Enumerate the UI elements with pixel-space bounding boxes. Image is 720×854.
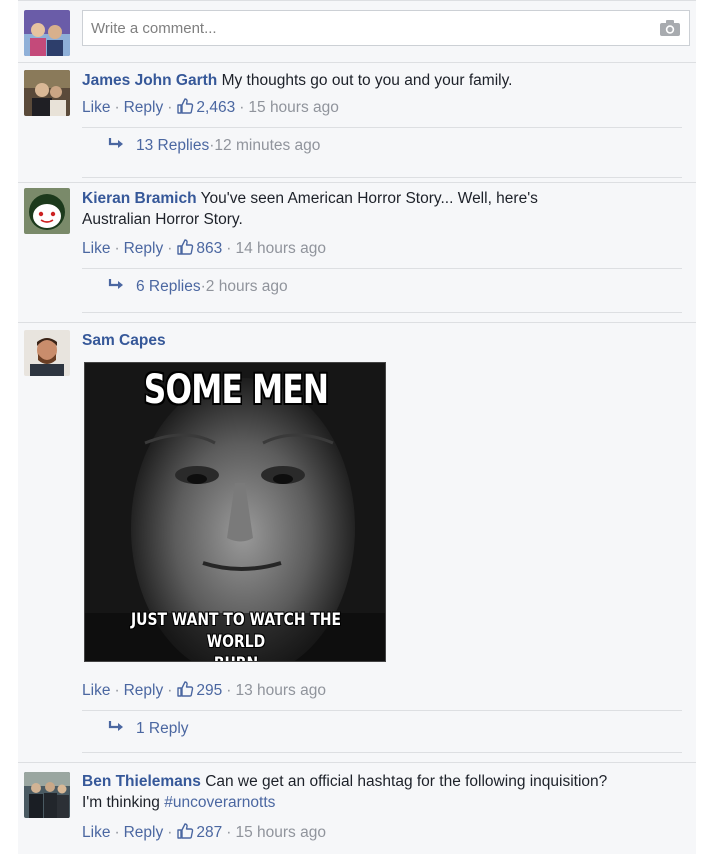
comment-actions: Like · Reply · 863 · 14 hours ago (82, 238, 326, 257)
replies-timestamp: 2 hours ago (205, 278, 288, 295)
avatar-james-john-garth[interactable] (24, 70, 70, 116)
comment-author[interactable]: Sam Capes (82, 332, 166, 349)
comment-timestamp[interactable]: 15 hours ago (248, 99, 339, 116)
comment-composer[interactable] (82, 10, 690, 46)
reply-link[interactable]: Reply (124, 99, 164, 116)
comment-input[interactable] (83, 11, 643, 45)
like-link[interactable]: Like (82, 824, 110, 841)
comment-text: You've seen American Horror Story... Wel… (200, 190, 538, 207)
like-count[interactable]: 2,463 (196, 99, 235, 116)
comment-body: Ben Thielemans Can we get an official ha… (82, 771, 690, 813)
comment-author[interactable]: Kieran Bramich (82, 190, 197, 207)
reply-arrow-icon (108, 138, 123, 148)
current-user-avatar[interactable] (24, 10, 70, 56)
replies-timestamp: 12 minutes ago (214, 137, 321, 154)
like-count[interactable]: 863 (196, 240, 222, 257)
reply-arrow-icon (108, 279, 123, 289)
view-replies[interactable]: 13 Replies·12 minutes ago (108, 137, 320, 155)
comment-author[interactable]: Ben Thielemans (82, 773, 201, 790)
replies-count[interactable]: 13 Replies (136, 137, 209, 154)
comment-body: Sam Capes (82, 330, 690, 351)
avatar-sam-capes[interactable] (24, 330, 70, 376)
like-count[interactable]: 287 (196, 824, 222, 841)
meme-bottom-caption: JUST WANT TO WATCH THE WORLD BURN (130, 610, 342, 661)
comment-timestamp[interactable]: 13 hours ago (235, 682, 326, 699)
like-count[interactable]: 295 (196, 682, 222, 699)
comment-timestamp[interactable]: 15 hours ago (235, 824, 326, 841)
avatar-ben-thielemans[interactable] (24, 772, 70, 818)
like-link[interactable]: Like (82, 240, 110, 257)
replies-count[interactable]: 6 Replies (136, 278, 201, 295)
reply-arrow-icon (108, 721, 123, 731)
thumbs-up-icon[interactable] (176, 680, 194, 698)
comment-author[interactable]: James John Garth (82, 72, 217, 89)
comment-actions: Like · Reply · 287 · 15 hours ago (82, 822, 326, 841)
comment-text-continued: I'm thinking (82, 794, 160, 811)
comment-timestamp[interactable]: 14 hours ago (235, 240, 326, 257)
hashtag-link[interactable]: #uncoverarnotts (164, 794, 275, 811)
reply-link[interactable]: Reply (124, 682, 164, 699)
comment-body: James John Garth My thoughts go out to y… (82, 70, 690, 91)
comment-text: Can we get an official hashtag for the f… (205, 773, 608, 790)
meme-top-caption: SOME MEN (143, 367, 329, 413)
meme-image[interactable]: SOME MEN JUST WANT TO WATCH THE WORLD BU… (84, 362, 386, 662)
comment-section: James John Garth My thoughts go out to y… (18, 0, 696, 854)
comment-text-continued: Australian Horror Story. (82, 211, 243, 228)
thumbs-up-icon[interactable] (176, 238, 194, 256)
reply-link[interactable]: Reply (124, 240, 164, 257)
comment-actions: Like · Reply · 295 · 13 hours ago (82, 680, 326, 699)
comment-actions: Like · Reply · 2,463 · 15 hours ago (82, 97, 339, 116)
thumbs-up-icon[interactable] (176, 97, 194, 115)
like-link[interactable]: Like (82, 682, 110, 699)
reply-link[interactable]: Reply (124, 824, 164, 841)
comment-text: My thoughts go out to you and your famil… (221, 72, 513, 89)
view-replies[interactable]: 1 Reply (108, 720, 189, 738)
comment-body: Kieran Bramich You've seen American Horr… (82, 188, 690, 230)
thumbs-up-icon[interactable] (176, 822, 194, 840)
avatar-kieran-bramich[interactable] (24, 188, 70, 234)
like-link[interactable]: Like (82, 99, 110, 116)
replies-count[interactable]: 1 Reply (136, 720, 189, 737)
view-replies[interactable]: 6 Replies·2 hours ago (108, 278, 288, 296)
camera-icon[interactable] (659, 19, 681, 37)
